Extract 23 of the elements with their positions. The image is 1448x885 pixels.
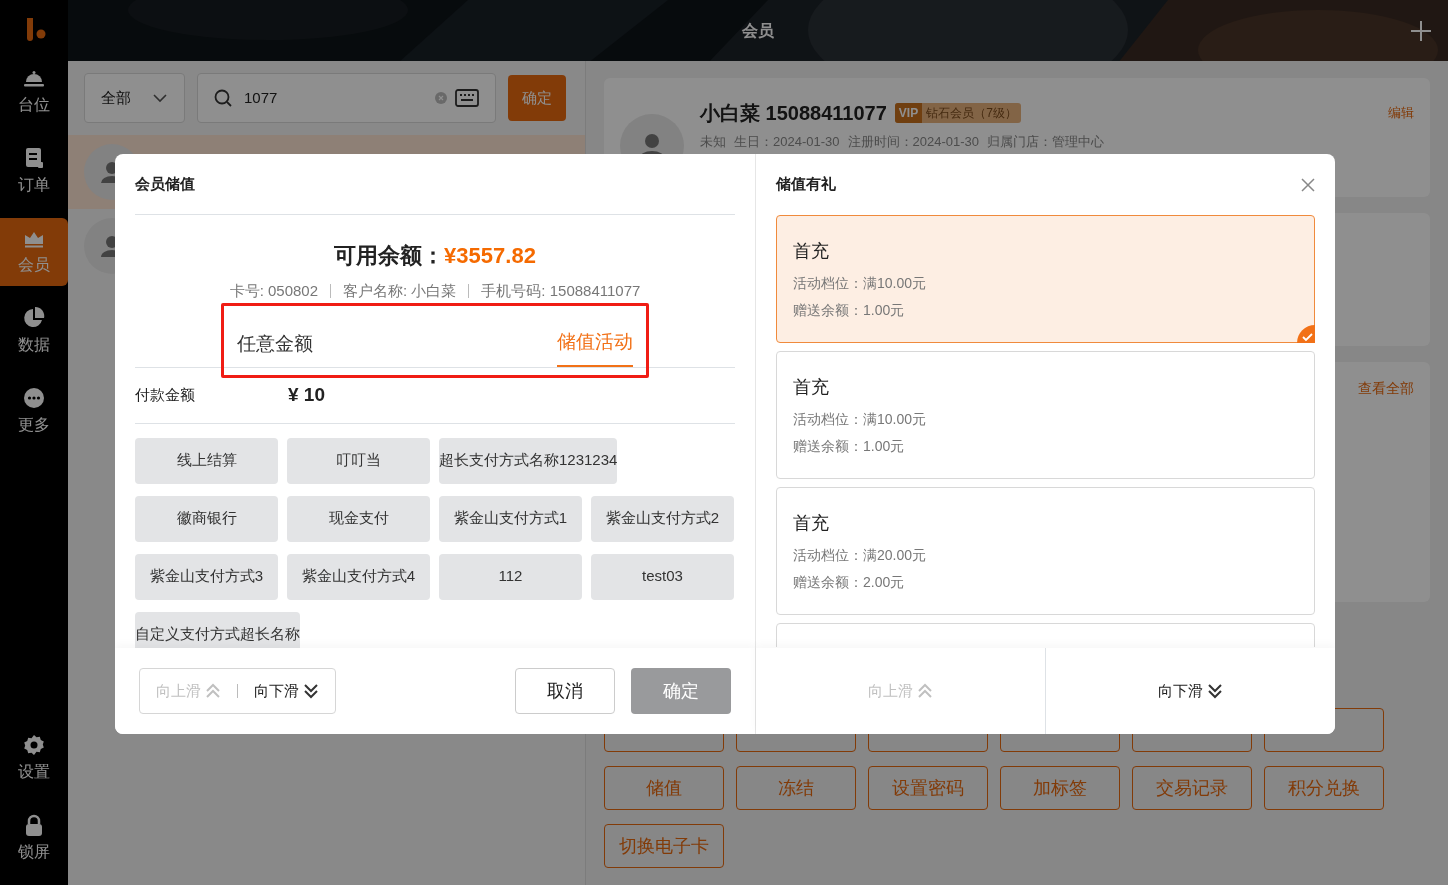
payment-amount: ¥ 10: [288, 382, 325, 407]
member-detail: 未知: [700, 133, 726, 151]
threshold-label: 活动档位：满10.00元: [793, 409, 928, 429]
card-info-text: 手机号码: 15088411077: [481, 281, 641, 301]
member-detail: 生日：2024-01-30: [734, 133, 840, 151]
balance-amount: ¥3557.82: [444, 242, 536, 270]
member-name: 小白菜 15088411077: [700, 101, 887, 126]
payment-label: 付款金额: [135, 384, 196, 405]
activity-name: 首充: [793, 239, 830, 263]
balance-label: 可用余额：: [334, 242, 445, 270]
bonus-label: 赠送余额：1.00元: [793, 436, 906, 456]
page-title: 会员: [742, 20, 774, 41]
card-info-text: 卡号: 050802: [229, 281, 318, 301]
activity-name: 首充: [793, 375, 830, 399]
bonus-label: 赠送余额：1.00元: [793, 300, 906, 320]
threshold-label: 活动档位：满10.00元: [793, 273, 928, 293]
dialog-title: 会员储值: [135, 173, 195, 194]
member-detail: 注册时间：2024-01-30: [847, 133, 979, 151]
card-info-text: 客户名称: 小白菜: [343, 281, 457, 301]
threshold-label: 活动档位：满20.00元: [793, 545, 928, 565]
panel-title: 储值有礼: [776, 174, 836, 195]
bonus-label: 赠送余额：2.00元: [793, 572, 906, 592]
activity-name: 首充: [793, 511, 830, 535]
